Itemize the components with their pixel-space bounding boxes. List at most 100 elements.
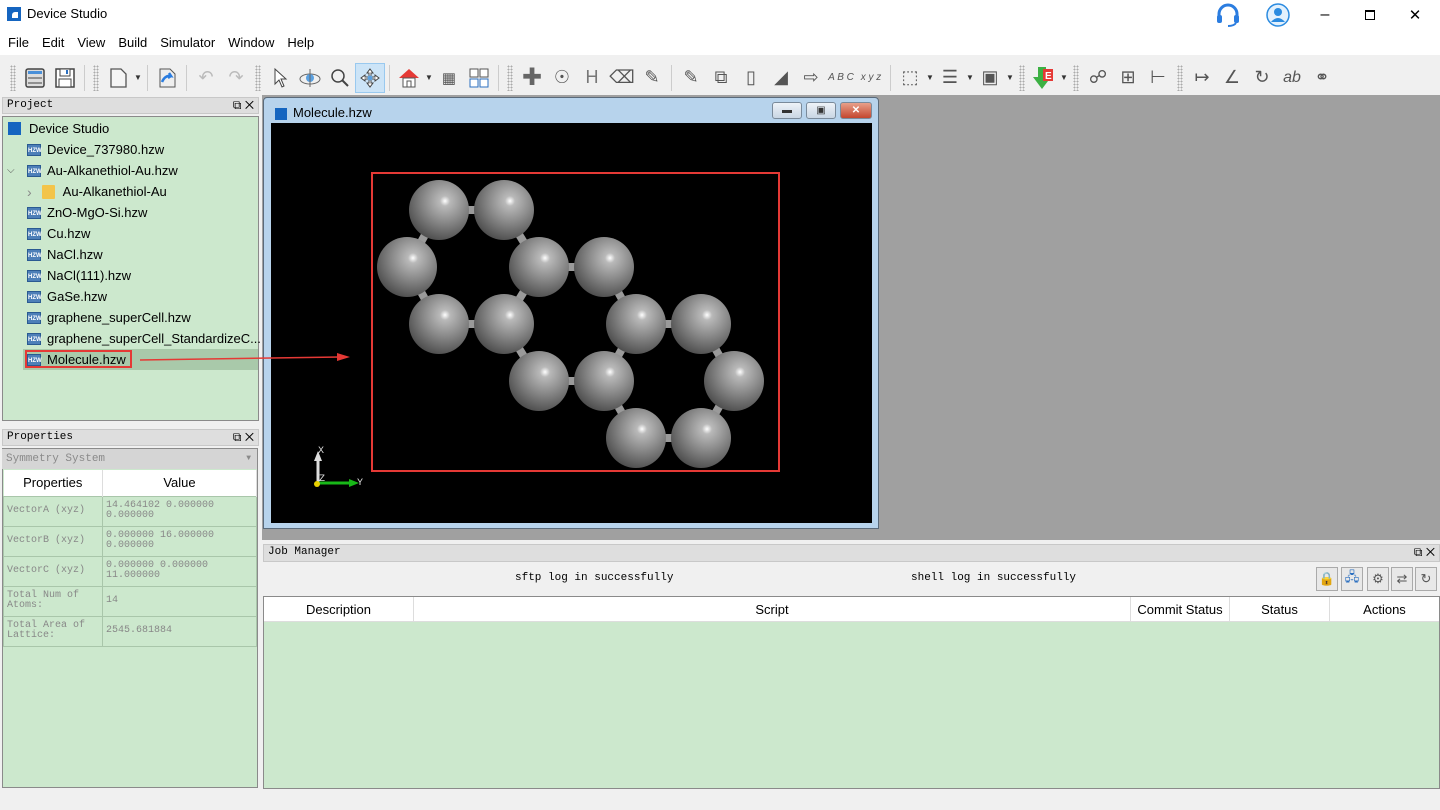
settings-button[interactable]: ⚙ [1367,567,1389,591]
menu-view[interactable]: View [77,35,105,50]
tree-item[interactable]: › Au-Alkanethiol-Au [27,181,167,202]
measure-angle-button[interactable]: ∠ [1217,63,1247,93]
select-group-dropdown-icon[interactable]: ▼ [925,73,935,82]
export-e-button[interactable]: E [1029,63,1059,93]
column-header-properties[interactable]: Properties [3,470,103,496]
close-icon[interactable]: ✕ [245,98,254,112]
float-icon[interactable]: ⧉ [233,98,242,112]
measure-torsion-button[interactable]: ↻ [1247,63,1277,93]
rotate-tool-button[interactable] [295,63,325,93]
window-minimize-button[interactable]: – [1310,0,1340,30]
column-header-commit-status[interactable]: Commit Status [1131,597,1230,621]
property-row[interactable]: VectorC (xyz) 0.000000 0.000000 11.000000 [3,555,257,587]
user-account-icon[interactable] [1263,0,1293,30]
box-select-button[interactable]: ▣ [975,63,1005,93]
modify-atom-button[interactable]: ✎ [637,63,667,93]
undo-button[interactable]: ↶ [191,63,221,93]
menu-edit[interactable]: Edit [42,35,64,50]
add-atom-button[interactable]: ✚ [517,63,547,93]
subwindow-minimize-button[interactable]: ▬ [772,102,802,119]
project-title-text: Project [7,99,54,111]
close-icon[interactable]: ✕ [1426,545,1435,559]
float-icon[interactable]: ⧉ [233,430,242,444]
edit-cell-button[interactable]: ▯ [736,63,766,93]
refresh-button[interactable]: ↻ [1415,567,1437,591]
menu-build[interactable]: Build [118,35,147,50]
shuffle-button[interactable]: ⇄ [1391,567,1413,591]
tree-item[interactable]: HZW Cu.hzw [27,223,90,244]
menu-window[interactable]: Window [228,35,274,50]
new-file-button[interactable] [103,63,133,93]
toolbar-grip[interactable] [10,64,16,91]
support-headset-icon[interactable] [1213,0,1243,30]
chevron-right-icon[interactable]: › [27,184,32,200]
erase-button[interactable]: ⌫ [607,63,637,93]
open-project-button[interactable] [20,63,50,93]
properties-table: Properties Value VectorA (xyz) 14.464102 … [3,470,257,647]
add-group-button[interactable]: ☉ [547,63,577,93]
measure-distance-button[interactable]: ↦ [1187,63,1217,93]
menu-simulator[interactable]: Simulator [160,35,215,50]
box-select-dropdown-icon[interactable]: ▼ [1005,73,1015,82]
shell-connect-button[interactable]: 🖧 [1341,567,1363,591]
subwindow-restore-button[interactable]: ▣ [806,102,836,119]
save-button[interactable] [50,63,80,93]
new-file-dropdown-icon[interactable]: ▼ [133,73,143,82]
sftp-connect-button[interactable]: 🔒 [1316,567,1338,591]
tree-item[interactable]: HZW GaSe.hzw [27,286,107,307]
menu-file[interactable]: File [8,35,29,50]
job-table: Description Script Commit Status Status … [263,596,1440,789]
zoom-tool-button[interactable] [325,63,355,93]
column-header-description[interactable]: Description [264,597,414,621]
tree-item[interactable]: HZW graphene_superCell.hzw [27,307,191,328]
property-row[interactable]: Total Num of Atoms: 14 [3,585,257,617]
select-tool-button[interactable] [265,63,295,93]
export-dropdown-icon[interactable]: ▼ [1059,73,1069,82]
molecule-tool-1-button[interactable]: ☍ [1083,63,1113,93]
property-row[interactable]: VectorB (xyz) 0.000000 16.000000 0.000000 [3,525,257,557]
fit-view-button[interactable]: ▦ [434,63,464,93]
translate-tool-button[interactable] [355,62,385,93]
column-header-script[interactable]: Script [414,597,1131,621]
link-button[interactable]: ⚭ [1307,63,1337,93]
symmetry-system-select[interactable]: Symmetry System ▼ [2,449,257,469]
tree-item[interactable]: HZW NaCl.hzw [27,244,103,265]
window-close-button[interactable]: ✕ [1400,0,1430,30]
import-button[interactable] [152,63,182,93]
vector-ab-button[interactable]: ab [1277,63,1307,93]
subwindow-close-button[interactable]: ✕ [840,102,872,119]
tree-item[interactable]: HZW ZnO-MgO-Si.hzw [27,202,147,223]
float-icon[interactable]: ⧉ [1414,545,1423,559]
window-maximize-button[interactable] [1355,0,1385,30]
menu-help[interactable]: Help [287,35,314,50]
tree-item[interactable]: HZW NaCl(111).hzw [27,265,131,286]
layout-view-button[interactable] [464,63,494,93]
align-dropdown-icon[interactable]: ▼ [965,73,975,82]
molecule-tool-2-button[interactable]: ⊞ [1113,63,1143,93]
rename-abc-button[interactable]: A B C [826,63,856,93]
edit-bond-button[interactable]: ✎ [676,63,706,93]
resize-button[interactable]: ⧉ [706,63,736,93]
mirror-button[interactable]: ◢ [766,63,796,93]
chevron-down-icon[interactable]: ⌵ [7,165,15,176]
axis-xyz-button[interactable]: x y z [856,63,886,93]
align-button[interactable]: ☰ [935,63,965,93]
home-view-dropdown-icon[interactable]: ▼ [424,73,434,82]
add-hydrogen-button[interactable]: H [577,63,607,93]
tree-item[interactable]: ⌵ HZW Au-Alkanethiol-Au.hzw [7,160,178,181]
column-header-value[interactable]: Value [102,470,257,496]
tree-root[interactable]: Device Studio [8,118,109,139]
property-row[interactable]: VectorA (xyz) 14.464102 0.000000 0.000000 [3,495,257,527]
redo-button[interactable]: ↷ [221,63,251,93]
tree-item[interactable]: HZW Device_737980.hzw [27,139,164,160]
close-icon[interactable]: ✕ [245,430,254,444]
home-view-button[interactable] [394,63,424,93]
column-header-actions[interactable]: Actions [1330,597,1439,621]
molecule-tool-3-button[interactable]: ⊢ [1143,63,1173,93]
column-header-status[interactable]: Status [1230,597,1330,621]
tree-item[interactable]: HZW graphene_superCell_StandardizeC... [27,328,261,349]
transform-button[interactable]: ⇨ [796,63,826,93]
property-row[interactable]: Total Area of Lattice: 2545.681884 [3,615,257,647]
select-group-button[interactable]: ⬚ [895,63,925,93]
job-panel-buttons: ⧉ ✕ [1414,545,1435,560]
